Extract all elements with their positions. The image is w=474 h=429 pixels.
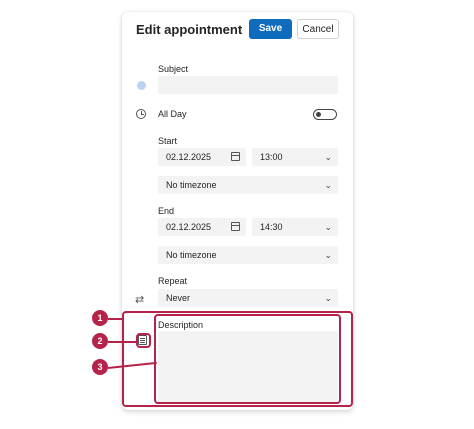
annotation-badge-3: 3 xyxy=(92,359,108,375)
chevron-down-icon: ⌄ xyxy=(324,222,332,232)
all-day-toggle[interactable] xyxy=(313,109,337,120)
start-time-value: 13:00 xyxy=(260,152,283,162)
clock-icon xyxy=(136,109,146,119)
annotation-line-2 xyxy=(108,341,136,343)
start-timezone-dropdown[interactable]: No timezone ⌄ xyxy=(158,176,338,194)
cancel-button[interactable]: Cancel xyxy=(297,19,339,39)
subject-input[interactable] xyxy=(158,76,338,94)
repeat-value: Never xyxy=(166,293,191,303)
annotation-box-2 xyxy=(136,333,151,348)
end-time-dropdown[interactable]: 14:30 ⌄ xyxy=(252,218,338,236)
end-date-value: 02.12.2025 xyxy=(166,222,212,232)
dialog-title: Edit appointment xyxy=(136,22,243,37)
save-button[interactable]: Save xyxy=(249,19,292,39)
annotation-badge-1: 1 xyxy=(92,310,108,326)
calendar-icon[interactable] xyxy=(231,222,240,231)
chevron-down-icon: ⌄ xyxy=(324,152,332,162)
end-timezone-value: No timezone xyxy=(166,250,217,260)
calendar-icon[interactable] xyxy=(231,152,240,161)
subject-label: Subject xyxy=(158,64,189,74)
start-label: Start xyxy=(158,136,178,146)
end-timezone-dropdown[interactable]: No timezone ⌄ xyxy=(158,246,338,264)
end-date-picker[interactable]: 02.12.2025 xyxy=(158,218,246,236)
start-date-picker[interactable]: 02.12.2025 xyxy=(158,148,246,166)
chevron-down-icon: ⌄ xyxy=(324,293,332,303)
chevron-down-icon: ⌄ xyxy=(324,180,332,190)
annotation-box-3 xyxy=(154,314,341,404)
chevron-down-icon: ⌄ xyxy=(324,250,332,260)
annotation-line-1 xyxy=(108,318,122,320)
repeat-label: Repeat xyxy=(158,276,188,286)
repeat-dropdown[interactable]: Never ⌄ xyxy=(158,289,338,307)
all-day-label: All Day xyxy=(158,109,187,119)
repeat-icon: ⇄ xyxy=(135,294,145,306)
start-time-dropdown[interactable]: 13:00 ⌄ xyxy=(252,148,338,166)
end-time-value: 14:30 xyxy=(260,222,283,232)
annotation-badge-2: 2 xyxy=(92,333,108,349)
start-timezone-value: No timezone xyxy=(166,180,217,190)
category-color-icon xyxy=(137,81,146,90)
start-date-value: 02.12.2025 xyxy=(166,152,212,162)
end-label: End xyxy=(158,206,175,216)
dialog-header: Edit appointment Save Cancel xyxy=(122,12,353,50)
